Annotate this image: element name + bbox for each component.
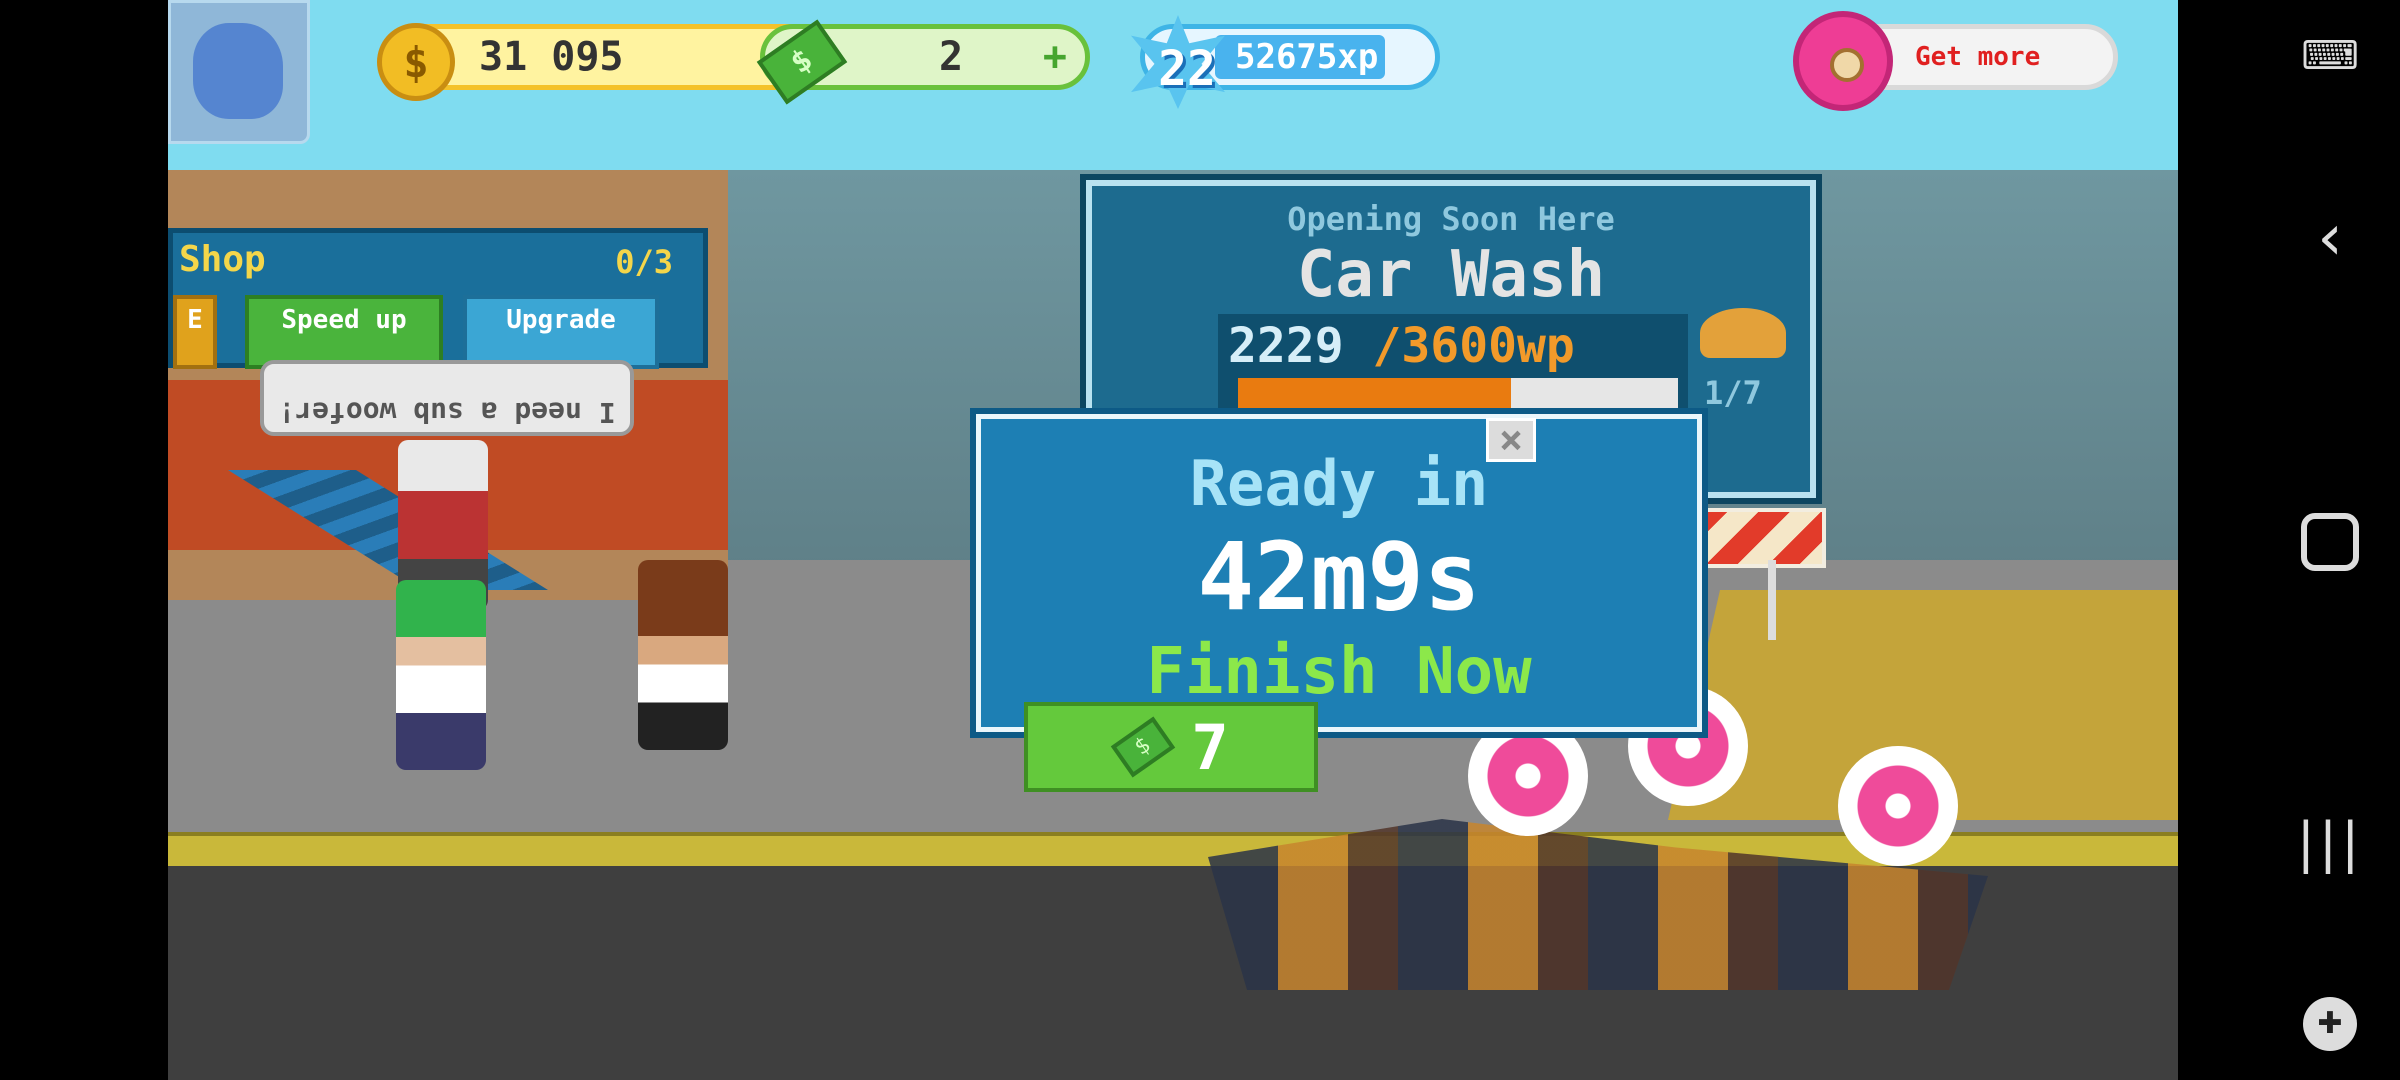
car-wash-progress: 2229 /3600wp — [1218, 314, 1688, 424]
close-icon[interactable]: × — [1486, 418, 1536, 462]
get-more-label: Get more — [1915, 42, 2041, 72]
finish-now-button[interactable]: $ 7 — [1024, 702, 1318, 792]
cash-counter[interactable]: $ 2 + — [756, 19, 1090, 105]
cash-icon: $ — [756, 19, 848, 105]
avatar-icon — [193, 23, 283, 119]
customer-character[interactable] — [638, 560, 728, 750]
donut-sign-icon[interactable] — [1838, 746, 1958, 866]
car-wash-progress-fill — [1238, 378, 1511, 418]
customer-character[interactable] — [396, 580, 486, 770]
ready-timer-popup: Ready in 42m9s Finish Now — [970, 408, 1708, 738]
back-icon[interactable]: ‹ — [2300, 201, 2360, 275]
donut-sign-icon[interactable] — [1468, 716, 1588, 836]
customer-speech-bubble: I need a sub woofer! — [260, 360, 634, 436]
car-wash-progress-text: 2229 /3600wp — [1228, 318, 1575, 374]
player-avatar[interactable] — [168, 0, 310, 144]
car-wash-steps: 1/7 — [1704, 374, 1762, 412]
get-more-donuts-button[interactable]: Get more — [1793, 11, 2118, 111]
player-level: 22 — [1158, 41, 1216, 97]
finish-now-label: Finish Now — [1146, 635, 1532, 709]
remaining-time: 42m9s — [1197, 523, 1481, 632]
shop-partial-button[interactable]: E — [173, 295, 217, 369]
cash-icon: $ — [1111, 716, 1176, 778]
screen-pin-icon[interactable]: ⌨ — [2300, 26, 2360, 86]
upgrade-button[interactable]: Upgrade — [463, 295, 659, 369]
car-wash-subtitle: Opening Soon Here — [1287, 200, 1615, 238]
game-view[interactable]: Shop 0/3 E Speed up Upgrade I need a sub… — [168, 0, 2178, 1080]
recents-icon[interactable]: ||| — [2297, 811, 2360, 874]
barrier-leg — [1768, 560, 1776, 640]
xp-counter[interactable]: 22 52675xp — [1131, 15, 1440, 109]
finish-cost: 7 — [1191, 710, 1229, 784]
shop-worker-count: 0/3 — [615, 243, 673, 281]
shop-panel: Shop 0/3 E Speed up Upgrade — [168, 228, 708, 369]
car-wash-title: Car Wash — [1296, 238, 1606, 312]
home-icon[interactable] — [2300, 512, 2360, 572]
cash-value: 2 — [939, 34, 964, 80]
coin-icon: $ — [377, 23, 455, 101]
donut-icon — [1793, 11, 1893, 111]
car-wash-progress-track — [1238, 378, 1678, 418]
coins-value: 31 095 — [479, 34, 624, 80]
game-tools-icon[interactable]: ✚ — [2300, 994, 2360, 1054]
bell-icon — [1700, 308, 1786, 358]
xp-value: 52675xp — [1235, 37, 1379, 77]
ready-in-label: Ready in — [1189, 447, 1489, 520]
add-cash-icon[interactable]: + — [1043, 34, 1067, 80]
shop-title: Shop — [179, 239, 266, 280]
speed-up-button[interactable]: Speed up — [245, 295, 443, 369]
